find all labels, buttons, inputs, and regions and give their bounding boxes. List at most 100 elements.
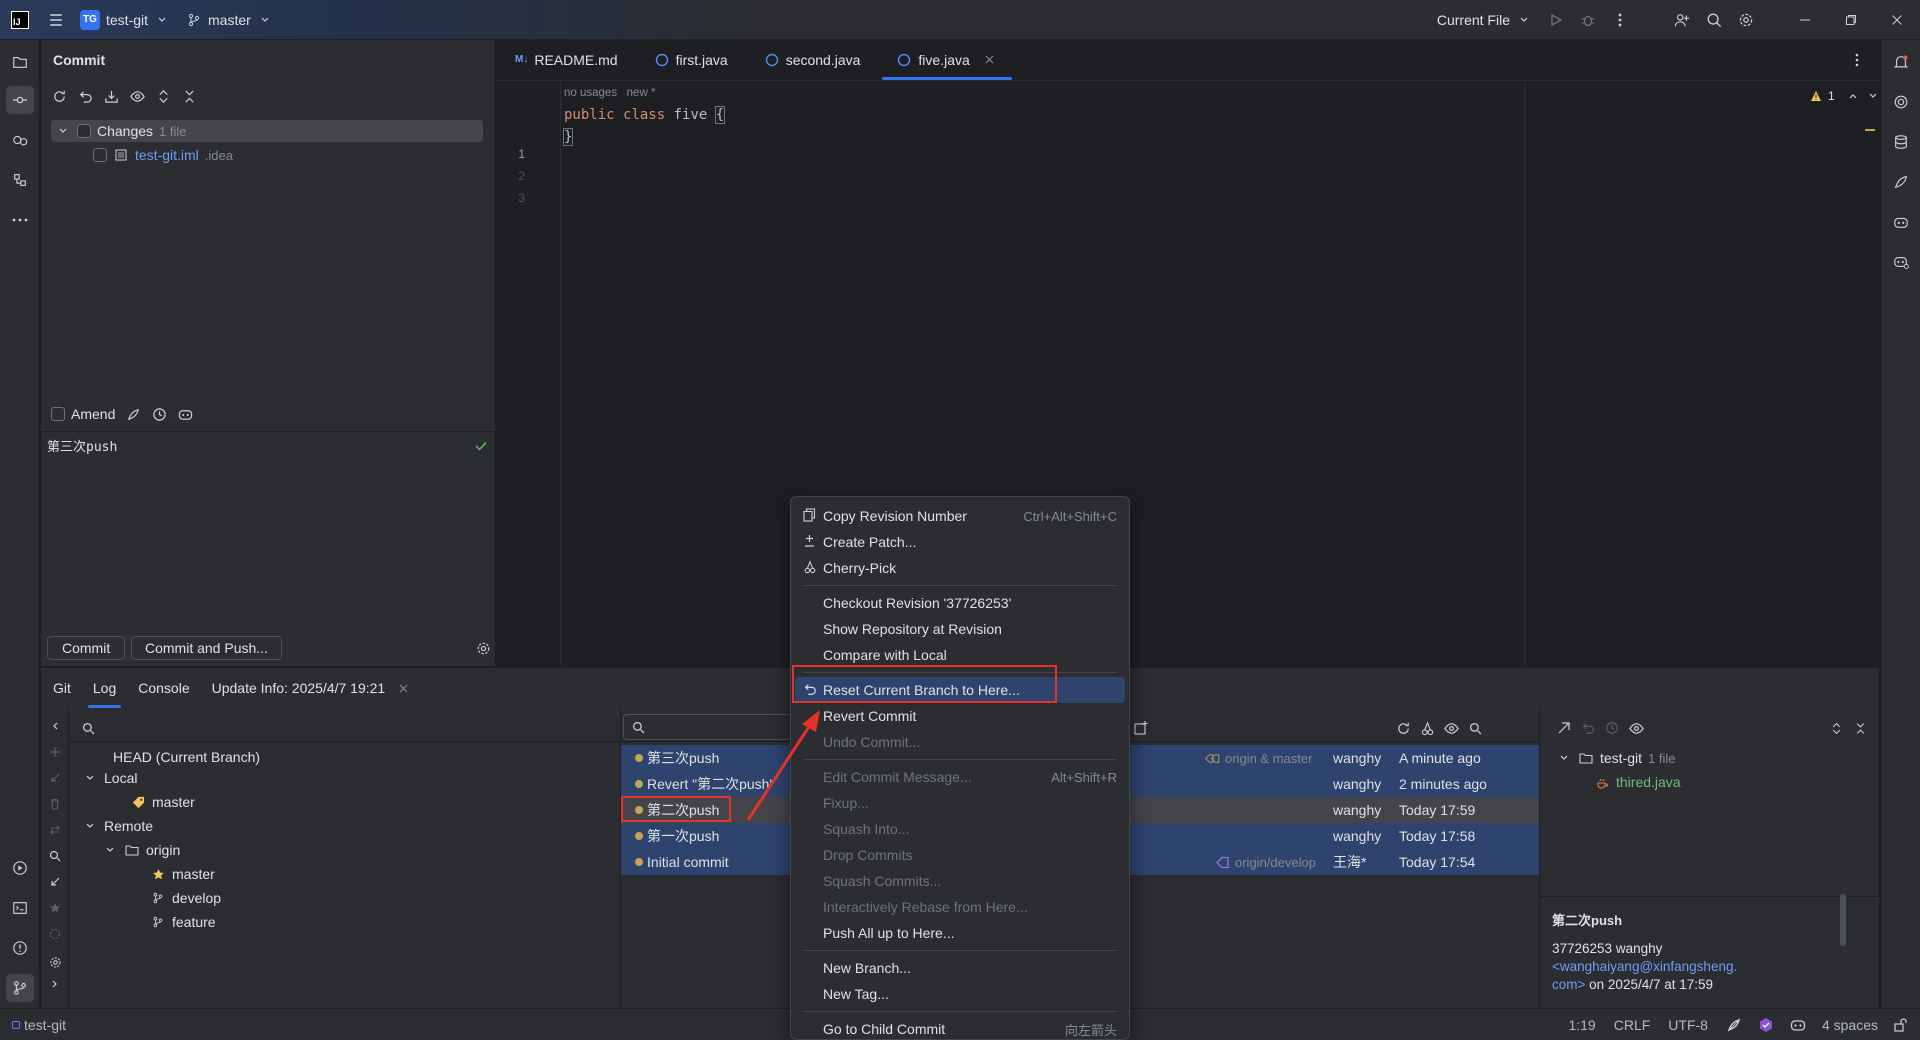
- menu-squash-into[interactable]: Squash Into...: [795, 816, 1125, 842]
- plus-icon[interactable]: [47, 744, 63, 760]
- close-window-button[interactable]: [1874, 0, 1920, 40]
- menu-copy-revision-number[interactable]: Copy Revision Number Ctrl+Alt+Shift+C: [795, 503, 1125, 529]
- rollback-icon[interactable]: [1580, 720, 1596, 736]
- menu-checkout-revision[interactable]: Checkout Revision '37726253': [795, 590, 1125, 616]
- expand-all-icon[interactable]: [1828, 720, 1844, 736]
- menu-show-repository[interactable]: Show Repository at Revision: [795, 616, 1125, 642]
- branch-filter-input[interactable]: [100, 714, 500, 736]
- code-with-me-button[interactable]: [1666, 0, 1698, 40]
- main-menu-button[interactable]: [40, 0, 72, 40]
- lock-open-icon[interactable]: [1892, 1017, 1908, 1033]
- gear-icon[interactable]: [475, 640, 491, 656]
- menu-fixup[interactable]: Fixup...: [795, 790, 1125, 816]
- project-selector[interactable]: TG test-git: [72, 0, 178, 40]
- refresh-icon[interactable]: [1395, 720, 1411, 736]
- remote-branch-develop[interactable]: develop: [150, 890, 221, 906]
- copilot-icon[interactable]: [177, 406, 193, 422]
- maven-button[interactable]: [1887, 168, 1915, 196]
- amend-toggle[interactable]: Amend: [51, 406, 115, 422]
- git-tool-button[interactable]: [6, 974, 34, 1002]
- expand-all-icon[interactable]: [155, 88, 171, 104]
- fetch-icon[interactable]: [47, 874, 63, 890]
- line-separator[interactable]: CRLF: [1614, 1017, 1651, 1033]
- services-tool-button[interactable]: [6, 854, 34, 882]
- code-line-1[interactable]: public class five {: [564, 106, 726, 124]
- chevron-right-icon[interactable]: [47, 976, 63, 992]
- warning-stripe-marker[interactable]: [1865, 129, 1875, 131]
- update-icon[interactable]: [47, 770, 63, 786]
- menu-cherry-pick[interactable]: Cherry-Pick: [795, 555, 1125, 581]
- delete-icon[interactable]: [47, 796, 63, 812]
- pull-requests-tool-button[interactable]: [6, 126, 34, 154]
- history-icon[interactable]: [151, 406, 167, 422]
- run-config-selector[interactable]: Current File: [1429, 0, 1540, 40]
- star-icon[interactable]: [47, 900, 63, 916]
- eye-icon[interactable]: [1628, 720, 1644, 736]
- collapse-all-icon[interactable]: [1852, 720, 1868, 736]
- file-checkbox[interactable]: [93, 148, 107, 162]
- changed-file-row[interactable]: test-git.iml .idea: [93, 144, 233, 166]
- menu-undo-commit[interactable]: Undo Commit...: [795, 729, 1125, 755]
- shelve-icon[interactable]: [103, 88, 119, 104]
- chevron-down-icon[interactable]: [1865, 88, 1881, 104]
- ai-status-icon[interactable]: [1758, 1017, 1774, 1033]
- cherry-pick-icon[interactable]: [1419, 720, 1435, 736]
- eye-icon[interactable]: [129, 88, 145, 104]
- search-icon[interactable]: [1467, 720, 1483, 736]
- compare-icon[interactable]: [1556, 720, 1572, 736]
- restore-button[interactable]: [1828, 0, 1874, 40]
- local-branch-master[interactable]: master: [130, 794, 195, 810]
- copilot-button[interactable]: [1887, 208, 1915, 236]
- search-icon[interactable]: [47, 848, 63, 864]
- remote-branch-master[interactable]: master: [150, 866, 215, 882]
- indent-setting[interactable]: 4 spaces: [1822, 1017, 1878, 1033]
- author-email[interactable]: <wanghaiyang@xinfangsheng.: [1552, 959, 1737, 974]
- tab-log[interactable]: Log: [82, 668, 127, 708]
- run-button[interactable]: [1540, 0, 1572, 40]
- branch-selector[interactable]: master: [178, 0, 281, 40]
- gear-icon[interactable]: [47, 954, 63, 970]
- remote-origin-group[interactable]: origin: [102, 842, 180, 858]
- copilot-icon[interactable]: [1790, 1017, 1806, 1033]
- more-actions-button[interactable]: [1604, 0, 1636, 40]
- read-only-icon[interactable]: [1726, 1017, 1742, 1033]
- close-icon[interactable]: [395, 680, 411, 696]
- close-icon[interactable]: [982, 52, 998, 68]
- project-tool-button[interactable]: [6, 48, 34, 76]
- database-button[interactable]: [1887, 128, 1915, 156]
- changes-group-row[interactable]: Changes 1 file: [51, 120, 483, 142]
- changed-files-root[interactable]: test-git 1 file: [1556, 750, 1675, 766]
- author-email-cont[interactable]: com>: [1552, 977, 1585, 992]
- menu-go-to-child-commit[interactable]: Go to Child Commit 向左箭头: [795, 1016, 1125, 1040]
- ai-assistant-button[interactable]: [1887, 88, 1915, 116]
- settings-button[interactable]: [1730, 0, 1762, 40]
- tab-five-java[interactable]: five.java: [878, 39, 1015, 80]
- menu-push-all-up-to-here[interactable]: Push All up to Here...: [795, 920, 1125, 946]
- menu-create-patch[interactable]: Create Patch...: [795, 529, 1125, 555]
- inspection-widget[interactable]: 1: [1808, 88, 1881, 104]
- rollback-icon[interactable]: [77, 88, 93, 104]
- menu-edit-commit-message[interactable]: Edit Commit Message... Alt+Shift+R: [795, 764, 1125, 790]
- problems-tool-button[interactable]: [6, 934, 34, 962]
- branch-head[interactable]: HEAD (Current Branch): [113, 749, 260, 765]
- menu-new-branch[interactable]: New Branch...: [795, 955, 1125, 981]
- scrollbar-thumb[interactable]: [1840, 894, 1846, 946]
- tab-first-java[interactable]: first.java: [636, 39, 746, 80]
- menu-drop-commits[interactable]: Drop Commits: [795, 842, 1125, 868]
- compare-icon[interactable]: [47, 822, 63, 838]
- terminal-tool-button[interactable]: [6, 894, 34, 922]
- debug-button[interactable]: [1572, 0, 1604, 40]
- menu-revert-commit[interactable]: Revert Commit: [795, 703, 1125, 729]
- menu-new-tag[interactable]: New Tag...: [795, 981, 1125, 1007]
- tab-update-info[interactable]: Update Info: 2025/4/7 19:21: [201, 668, 423, 708]
- tab-readme[interactable]: M↓ README.md: [497, 39, 636, 80]
- commit-button[interactable]: Commit: [47, 636, 126, 660]
- sync-icon[interactable]: [47, 926, 63, 942]
- refresh-icon[interactable]: [51, 88, 67, 104]
- usages-inlay-hint[interactable]: no usages new *: [564, 87, 655, 99]
- ai-commit-message-icon[interactable]: [125, 406, 141, 422]
- commit-and-push-button[interactable]: Commit and Push...: [131, 636, 282, 660]
- chevron-left-icon[interactable]: [47, 718, 63, 734]
- changed-file[interactable]: thired.java: [1594, 774, 1681, 790]
- tab-actions-button[interactable]: [1835, 39, 1879, 80]
